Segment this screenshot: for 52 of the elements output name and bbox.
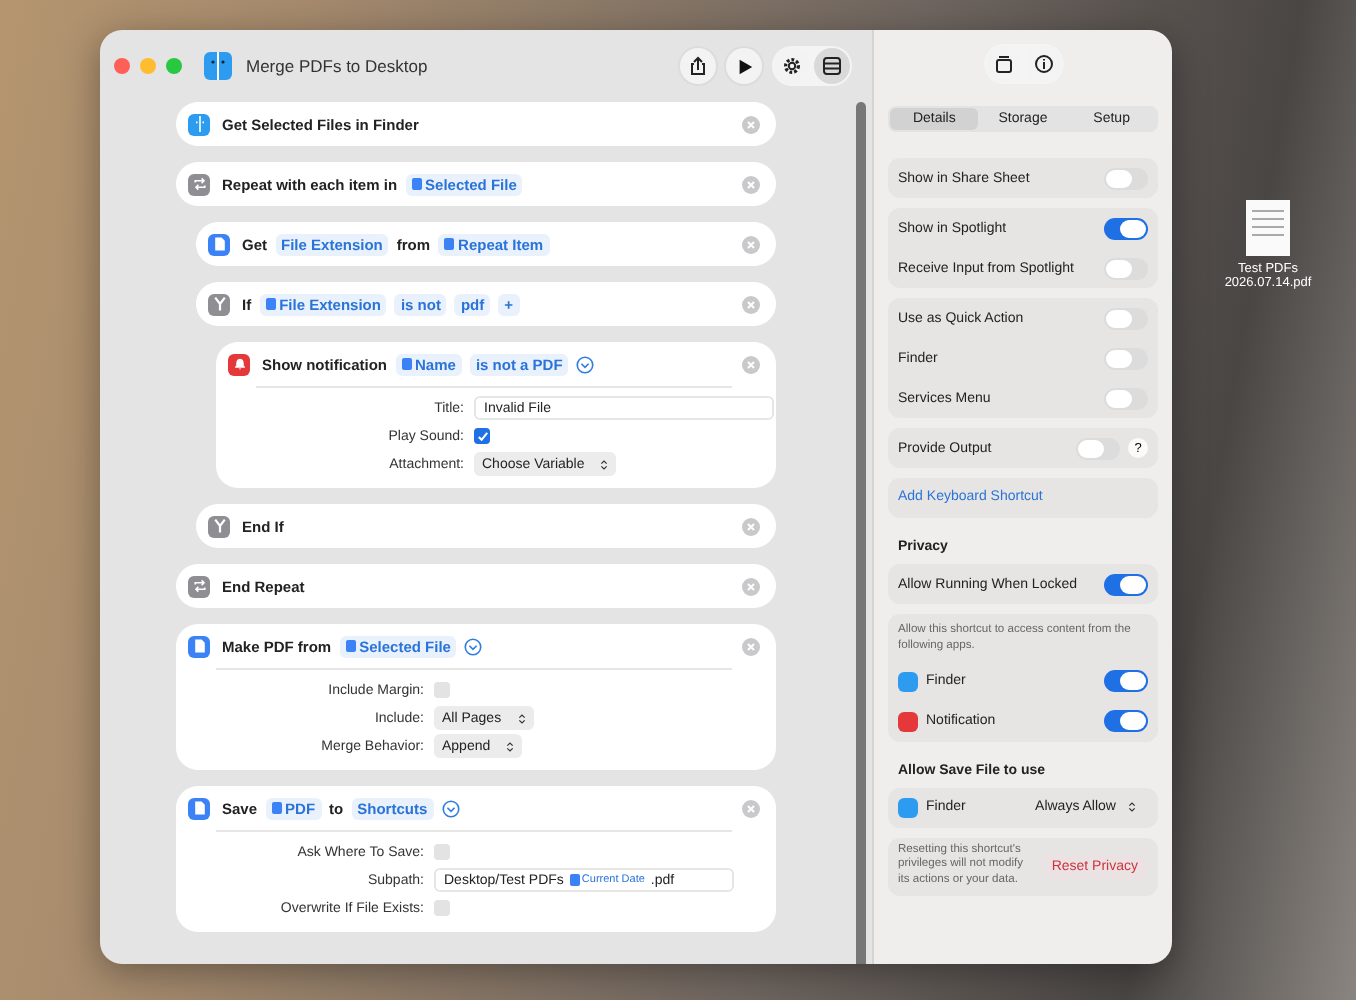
remove-icon[interactable] (742, 799, 760, 817)
toggle-switch[interactable] (1104, 347, 1148, 369)
remove-icon[interactable] (742, 295, 760, 313)
pdf-action-icon (188, 635, 210, 657)
finder-app-icon (898, 671, 918, 692)
finder-action-icon (188, 113, 210, 135)
zoom-button[interactable] (166, 58, 182, 74)
repeat-action-icon (188, 173, 210, 195)
toggle-switch[interactable] (1076, 437, 1120, 459)
remove-icon[interactable] (742, 175, 760, 193)
checkbox[interactable] (434, 900, 450, 916)
file-action-icon (208, 233, 230, 255)
toggle-switch[interactable] (1104, 217, 1148, 239)
if-action-icon (208, 515, 230, 537)
repeat-action-icon (188, 575, 210, 597)
chevron-circle-icon[interactable] (576, 355, 595, 373)
toggle-switch[interactable] (1104, 387, 1148, 409)
chevron-circle-icon[interactable] (441, 799, 460, 817)
toggle-switch[interactable] (1104, 307, 1148, 329)
checkbox[interactable] (474, 428, 490, 444)
list-icon[interactable] (814, 48, 850, 84)
toggle-switch[interactable] (1104, 167, 1148, 189)
remove-icon[interactable] (742, 115, 760, 133)
updown-chevron-icon (1128, 800, 1136, 815)
finder-app-icon (898, 797, 918, 818)
finder-face-icon (204, 52, 232, 80)
updown-chevron-icon (517, 711, 526, 725)
window-title: Merge PDFs to Desktop (246, 56, 428, 76)
toggle-switch[interactable] (1104, 710, 1148, 733)
remove-icon[interactable] (742, 637, 760, 655)
remove-icon[interactable] (742, 355, 760, 373)
document-icon[interactable] (1246, 200, 1290, 256)
close-button[interactable] (114, 58, 130, 74)
toggle-switch[interactable] (1104, 257, 1148, 279)
if-action-icon (208, 293, 230, 315)
scrollbar[interactable] (856, 102, 866, 964)
updown-chevron-icon (600, 457, 609, 471)
notification-app-icon (898, 711, 918, 732)
play-icon[interactable] (726, 48, 762, 84)
checkbox[interactable] (434, 844, 450, 860)
updown-chevron-icon (506, 739, 515, 753)
chevron-circle-icon[interactable] (464, 637, 483, 655)
remove-icon[interactable] (742, 517, 760, 535)
remove-icon[interactable] (742, 235, 760, 253)
remove-icon[interactable] (742, 577, 760, 595)
toggle-switch[interactable] (1104, 573, 1148, 595)
notification-action-icon (228, 353, 250, 375)
minimize-button[interactable] (140, 58, 156, 74)
file-action-icon (188, 797, 210, 819)
share-icon[interactable] (680, 48, 716, 84)
toggle-switch[interactable] (1104, 670, 1148, 693)
checkbox[interactable] (434, 682, 450, 698)
